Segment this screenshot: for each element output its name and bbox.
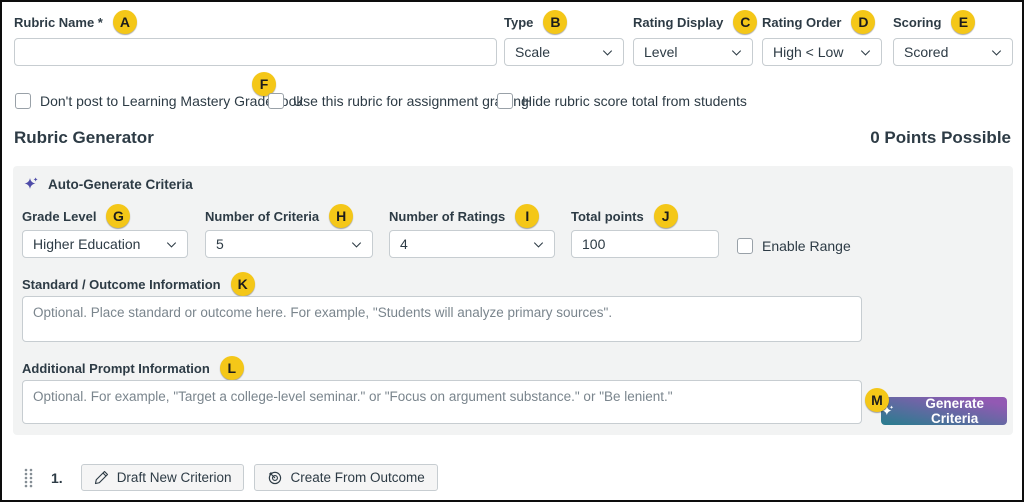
rubric-generator-panel: Auto-Generate Criteria Grade Level G Hig… xyxy=(13,166,1013,435)
sparkle-icon xyxy=(24,177,38,189)
draft-new-criterion-label: Draft New Criterion xyxy=(116,470,232,485)
annotation-badge-l: L xyxy=(219,356,244,380)
rating-order-label: Rating Order xyxy=(762,14,842,30)
create-from-outcome-button[interactable]: Create From Outcome xyxy=(254,464,438,491)
type-field: Type B Scale xyxy=(504,10,624,66)
rubric-name-label: Rubric Name * xyxy=(14,14,103,30)
total-points-field: Total points J xyxy=(571,204,719,258)
number-of-ratings-field: Number of Ratings I 4 xyxy=(389,204,555,258)
chevron-down-icon xyxy=(860,49,871,56)
generate-criteria-label: Generate Criteria xyxy=(925,396,984,426)
criterion-number: 1. xyxy=(51,469,63,486)
type-label: Type xyxy=(504,14,534,30)
criterion-row: 1. Draft New Criterion Create From Outco… xyxy=(23,464,438,491)
dont-post-checkbox-group[interactable]: Don't post to Learning Mastery Gradebook xyxy=(15,91,303,111)
scoring-label: Scoring xyxy=(893,14,942,30)
total-points-label: Total points xyxy=(571,208,644,224)
annotation-badge-c: C xyxy=(733,10,758,34)
annotation-badge-b: B xyxy=(543,10,568,34)
chevron-down-icon xyxy=(351,241,362,248)
chevron-down-icon xyxy=(602,49,613,56)
rating-order-select-value: High < Low xyxy=(773,44,844,60)
type-select-value: Scale xyxy=(515,44,551,60)
annotation-badge-m: M xyxy=(865,388,889,412)
rating-order-field: Rating Order D High < Low xyxy=(762,10,882,66)
number-of-criteria-select-value: 5 xyxy=(216,236,224,252)
auto-generate-title: Auto-Generate Criteria xyxy=(48,176,193,192)
total-points-input[interactable] xyxy=(571,230,719,258)
annotation-badge-g: G xyxy=(106,204,131,228)
number-of-ratings-select-value: 4 xyxy=(400,236,408,252)
number-of-criteria-field: Number of Criteria H 5 xyxy=(205,204,373,258)
rubric-editor-window: Rubric Name * A Type B Scale Rating Disp… xyxy=(0,0,1024,502)
drag-handle-icon[interactable] xyxy=(23,467,33,489)
chevron-down-icon xyxy=(533,241,544,248)
enable-range-checkbox-group[interactable]: Enable Range xyxy=(737,236,851,256)
annotation-badge-k: K xyxy=(230,272,255,296)
additional-prompt-textarea[interactable] xyxy=(22,380,862,424)
enable-range-checkbox[interactable] xyxy=(737,238,753,254)
hide-score-label: Hide rubric score total from students xyxy=(522,93,747,109)
standard-outcome-label-row: Standard / Outcome Information K xyxy=(22,272,255,296)
chevron-down-icon xyxy=(991,49,1002,56)
scoring-field: Scoring E Scored xyxy=(893,10,1013,66)
rating-display-field: Rating Display C Level xyxy=(633,10,758,66)
annotation-badge-e: E xyxy=(951,10,976,34)
annotation-badge-a: A xyxy=(112,10,137,34)
scoring-select-value: Scored xyxy=(904,44,949,60)
generate-criteria-button[interactable]: Generate Criteria xyxy=(881,396,1007,426)
scoring-select[interactable]: Scored xyxy=(893,38,1013,66)
additional-prompt-label: Additional Prompt Information xyxy=(22,360,210,376)
annotation-badge-h: H xyxy=(329,204,354,228)
number-of-ratings-select[interactable]: 4 xyxy=(389,230,555,258)
annotation-badge-i: I xyxy=(515,204,540,228)
type-select[interactable]: Scale xyxy=(504,38,624,66)
rubric-name-field: Rubric Name * A xyxy=(14,10,497,66)
draft-new-criterion-button[interactable]: Draft New Criterion xyxy=(80,464,245,491)
annotation-badge-d: D xyxy=(851,10,876,34)
points-possible: 0 Points Possible xyxy=(870,128,1011,147)
page-title: Rubric Generator xyxy=(14,128,154,147)
annotation-badge-j: J xyxy=(653,204,678,228)
grade-level-field: Grade Level G Higher Education xyxy=(22,204,188,258)
assignment-grading-label: Use this rubric for assignment grading xyxy=(293,93,529,109)
enable-range-label: Enable Range xyxy=(762,238,851,254)
assignment-grading-checkbox[interactable] xyxy=(268,93,284,109)
hide-score-checkbox[interactable] xyxy=(497,93,513,109)
assignment-grading-checkbox-group[interactable]: Use this rubric for assignment grading xyxy=(268,91,529,111)
grade-level-select[interactable]: Higher Education xyxy=(22,230,188,258)
standard-outcome-label: Standard / Outcome Information xyxy=(22,276,221,292)
number-of-ratings-label: Number of Ratings xyxy=(389,208,506,224)
chevron-down-icon xyxy=(166,241,177,248)
dont-post-label: Don't post to Learning Mastery Gradebook xyxy=(40,93,304,109)
number-of-criteria-select[interactable]: 5 xyxy=(205,230,373,258)
grade-level-label: Grade Level xyxy=(22,208,97,224)
grade-level-select-value: Higher Education xyxy=(33,236,141,252)
pencil-icon xyxy=(94,470,108,485)
number-of-criteria-label: Number of Criteria xyxy=(205,208,320,224)
section-header: Rubric Generator 0 Points Possible xyxy=(14,128,1011,148)
rubric-name-input[interactable] xyxy=(14,38,497,66)
additional-prompt-label-row: Additional Prompt Information L xyxy=(22,356,244,380)
hide-score-checkbox-group[interactable]: Hide rubric score total from students xyxy=(497,91,747,111)
create-from-outcome-label: Create From Outcome xyxy=(290,470,425,485)
auto-generate-header: Auto-Generate Criteria xyxy=(23,176,193,192)
target-icon xyxy=(269,471,282,485)
standard-outcome-textarea[interactable] xyxy=(22,296,862,342)
chevron-down-icon xyxy=(731,49,742,56)
rating-display-select[interactable]: Level xyxy=(633,38,753,66)
dont-post-checkbox[interactable] xyxy=(15,93,31,109)
rating-display-label: Rating Display xyxy=(633,14,724,30)
rating-display-select-value: Level xyxy=(644,44,678,60)
rating-order-select[interactable]: High < Low xyxy=(762,38,882,66)
